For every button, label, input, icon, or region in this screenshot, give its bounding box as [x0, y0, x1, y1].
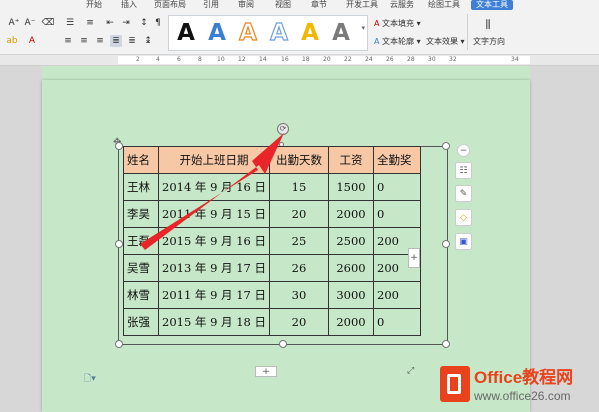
watermark-title: Office教程网 [474, 368, 574, 387]
watermark-url: www.office26.com [474, 389, 571, 403]
watermark-logo: Office教程网 www.office26.com [440, 362, 598, 410]
office-logo-icon [440, 366, 470, 402]
annotation-arrow [140, 133, 284, 250]
